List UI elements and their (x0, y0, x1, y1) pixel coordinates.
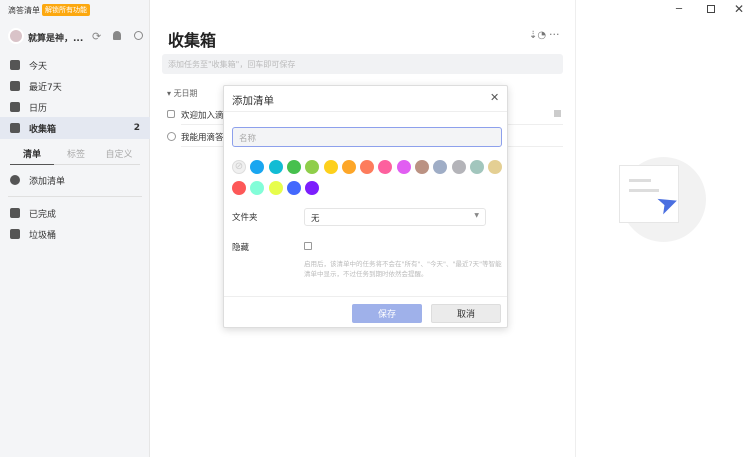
color-swatch[interactable] (250, 160, 265, 174)
label: 最近7天 (29, 82, 62, 93)
sidebar-item-today[interactable]: 今天 (0, 54, 150, 76)
trash-icon (10, 229, 20, 239)
color-swatch[interactable] (286, 181, 301, 195)
divider (224, 296, 507, 297)
color-swatch[interactable] (268, 160, 283, 174)
inbox-count: 2 (133, 123, 140, 133)
section-no-date[interactable]: ▾ 无日期 (167, 88, 198, 99)
folder-select[interactable]: 无 ▼ (304, 208, 486, 226)
task-title[interactable]: 欢迎加入滴 (181, 109, 224, 121)
color-swatch[interactable] (469, 160, 484, 174)
label: 已完成 (29, 209, 57, 220)
color-swatch[interactable] (232, 181, 246, 195)
bell-icon[interactable] (113, 31, 121, 40)
color-swatch[interactable] (305, 160, 320, 174)
calendar-icon (10, 102, 20, 112)
label: 今天 (29, 61, 48, 72)
plus-circle-icon (10, 175, 20, 185)
close-window-button[interactable]: ✕ (734, 2, 744, 16)
color-swatch[interactable] (268, 181, 283, 195)
calendar-day-icon (10, 60, 20, 70)
sort-icon[interactable]: ⇣◔ (529, 30, 546, 41)
task-checkbox[interactable] (167, 110, 175, 118)
checklist-icon[interactable] (167, 132, 176, 141)
tab-lists[interactable]: 清单 (10, 147, 54, 165)
search-icon[interactable] (134, 31, 143, 40)
tab-tags[interactable]: 标签 (54, 147, 98, 165)
detail-panel: ─ ✕ ➤ (575, 0, 750, 457)
empty-illustration: ➤ (619, 157, 706, 242)
folder-label: 文件夹 (232, 213, 258, 223)
color-swatch[interactable] (433, 160, 448, 174)
add-list-dialog: 添加清单 ✕ 名称 ⊘ 文件夹 无 ▼ 隐藏 启用后，该清单中的任务将不会在"所有… (223, 85, 508, 328)
close-icon[interactable]: ✕ (490, 91, 499, 104)
color-swatch[interactable] (250, 181, 265, 195)
color-swatch-none[interactable]: ⊘ (232, 160, 246, 174)
page-title: 收集箱 (168, 31, 217, 50)
note-icon (554, 110, 561, 117)
sidebar: 滴答清单 解锁所有功能 就算是神，... ⟳ 今天 最近7天 日历 收集箱 2 清… (0, 0, 150, 457)
color-swatch[interactable] (488, 160, 503, 174)
line (629, 189, 659, 192)
checkbox-checked-icon (10, 208, 20, 218)
color-swatch[interactable] (360, 160, 375, 174)
label: 收集箱 (29, 124, 57, 135)
save-button[interactable]: 保存 (352, 304, 422, 323)
line (629, 179, 651, 182)
color-swatch[interactable] (323, 160, 338, 174)
inbox-icon (10, 123, 20, 133)
chevron-down-icon: ▼ (474, 212, 479, 219)
sidebar-item-next7[interactable]: 最近7天 (0, 75, 150, 97)
sidebar-item-trash[interactable]: 垃圾桶 (0, 223, 150, 245)
cancel-button[interactable]: 取消 (431, 304, 501, 323)
color-swatch[interactable] (305, 181, 320, 195)
color-swatch[interactable] (396, 160, 411, 174)
section-label: 无日期 (173, 89, 198, 98)
calendar-week-icon (10, 81, 20, 91)
color-swatch[interactable] (341, 160, 356, 174)
add-list-button[interactable]: 添加清单 (0, 169, 150, 191)
app-title: 滴答清单 (8, 6, 40, 15)
add-task-input[interactable]: 添加任务至"收集箱"，回车即可保存 (162, 54, 563, 74)
label: 垃圾桶 (29, 230, 57, 241)
task-title[interactable]: 我能用滴答 (181, 131, 224, 143)
color-swatch[interactable] (378, 160, 393, 174)
label: 添加清单 (29, 176, 66, 187)
upgrade-badge[interactable]: 解锁所有功能 (42, 4, 90, 16)
sync-icon[interactable]: ⟳ (92, 30, 101, 43)
label: 日历 (29, 103, 48, 114)
sidebar-item-inbox[interactable]: 收集箱 2 (0, 117, 150, 139)
tab-custom[interactable]: 自定义 (98, 147, 140, 165)
more-icon[interactable]: ··· (549, 28, 560, 41)
color-swatch[interactable] (286, 160, 301, 174)
color-swatch[interactable] (415, 160, 429, 174)
folder-value: 无 (311, 214, 320, 224)
divider (8, 196, 142, 197)
divider (224, 111, 507, 112)
username[interactable]: 就算是神，... (28, 31, 83, 44)
minimize-button[interactable]: ─ (676, 4, 682, 15)
hidden-hint: 启用后，该清单中的任务将不会在"所有"、"今天"、"最近7天"等智能清单中显示，… (304, 260, 502, 278)
hidden-label: 隐藏 (232, 243, 250, 253)
maximize-button[interactable] (707, 5, 715, 13)
avatar[interactable] (8, 28, 24, 44)
sidebar-item-completed[interactable]: 已完成 (0, 202, 150, 224)
sidebar-item-calendar[interactable]: 日历 (0, 96, 150, 118)
hidden-checkbox[interactable] (304, 242, 312, 250)
color-swatch[interactable] (451, 160, 466, 174)
dialog-title: 添加清单 (232, 95, 274, 107)
list-name-input[interactable]: 名称 (232, 127, 502, 147)
